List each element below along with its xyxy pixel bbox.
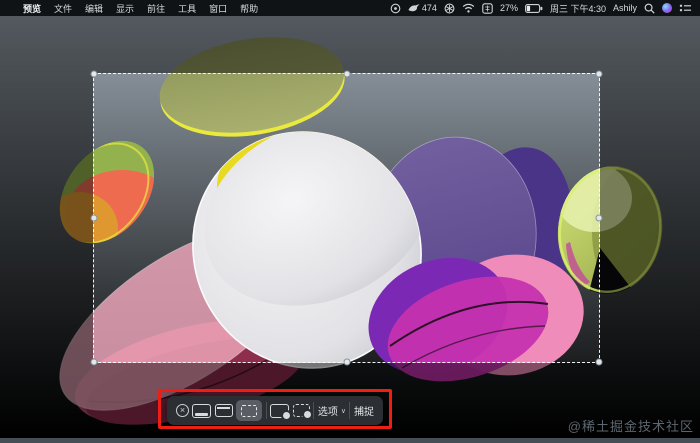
toolbar-divider <box>265 402 267 419</box>
close-icon <box>176 404 189 417</box>
selection-handle-top-left[interactable] <box>90 70 98 78</box>
selection-handle-top-right[interactable] <box>595 70 603 78</box>
search-icon[interactable] <box>644 3 655 14</box>
options-label: 选项 <box>317 407 338 418</box>
bird-monitor-icon[interactable]: 474 <box>408 3 437 13</box>
capture-selection-icon <box>241 404 258 417</box>
menu-item-edit[interactable]: 编辑 <box>85 2 103 15</box>
toolbar-divider <box>349 402 351 419</box>
record-selection-icon <box>292 404 313 420</box>
menu-item-file[interactable]: 文件 <box>54 2 72 15</box>
watermark: @稀土掘金技术社区 <box>567 419 694 434</box>
bird-count-label: 474 <box>421 3 437 13</box>
wifi-icon[interactable] <box>462 3 475 13</box>
capture-screen-icon <box>192 403 212 418</box>
menu-item-tools[interactable]: 工具 <box>178 2 196 15</box>
toolbar-divider <box>313 402 315 419</box>
status-circle-icon[interactable] <box>390 3 401 14</box>
selection-handle-middle-right[interactable] <box>595 214 603 222</box>
username-label[interactable]: Ashily <box>613 3 637 13</box>
selection-handle-bottom-center[interactable] <box>343 358 350 366</box>
menu-item-window[interactable]: 窗口 <box>209 2 227 15</box>
input-method-icon[interactable] <box>482 2 493 14</box>
chevron-down-icon: ∨ <box>340 407 346 415</box>
capture-label: 捕捉 <box>353 407 374 418</box>
menu-item-go[interactable]: 前往 <box>147 2 165 15</box>
capture-entire-screen-button[interactable] <box>192 403 212 418</box>
selection-region[interactable] <box>90 70 603 366</box>
options-button[interactable]: 选项 ∨ <box>318 403 346 418</box>
clock-label[interactable]: 周三 下午4:30 <box>550 2 606 15</box>
menu-item-preview[interactable]: 预览 <box>23 2 41 15</box>
selection-handle-top-center[interactable] <box>343 70 350 78</box>
siri-icon[interactable] <box>662 3 672 13</box>
menu-item-view[interactable]: 显示 <box>116 2 134 15</box>
capture-button[interactable]: 捕捉 <box>354 403 374 418</box>
control-center-icon[interactable] <box>679 3 692 13</box>
shutter-icon[interactable] <box>444 3 455 14</box>
menu-item-help[interactable]: 帮助 <box>240 2 258 15</box>
record-selection-button[interactable] <box>292 404 313 420</box>
capture-selection-button[interactable] <box>236 400 263 421</box>
record-entire-screen-button[interactable] <box>270 403 293 421</box>
battery-percent-label: 27% <box>499 3 518 13</box>
selection-handle-bottom-left[interactable] <box>90 358 98 366</box>
menu-bar: 预览 文件 编辑 显示 前往 工具 窗口 帮助 474 27% 周三 下午4:3… <box>0 0 700 16</box>
screenshot-toolbar: 选项 ∨ 捕捉 <box>167 396 383 425</box>
battery-icon[interactable] <box>525 3 543 13</box>
selection-handle-middle-left[interactable] <box>90 214 98 222</box>
close-button[interactable] <box>176 404 189 417</box>
capture-window-icon <box>214 404 233 417</box>
record-screen-icon <box>270 403 293 421</box>
selection-handle-bottom-right[interactable] <box>595 358 603 366</box>
capture-window-button[interactable] <box>214 404 233 417</box>
